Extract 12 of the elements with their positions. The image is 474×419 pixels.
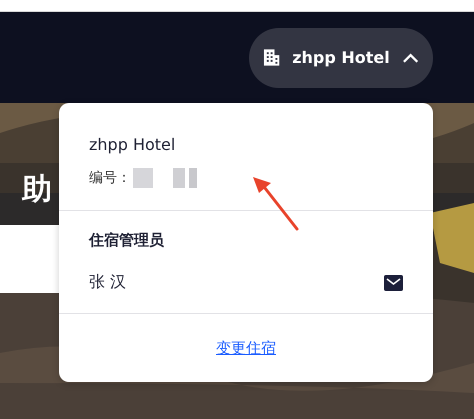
hotel-name: zhpp Hotel [89,135,176,154]
hotel-id-label: 编号： [89,169,131,187]
building-icon [263,48,280,68]
hotel-menu-button[interactable]: zhpp Hotel [249,28,433,88]
redaction-mark [133,168,197,188]
manager-heading: 住宿管理员 [89,231,165,250]
caret-icon [402,52,419,64]
change-stay-link[interactable]: 变更住宿 [216,338,276,358]
annotation-arrow [251,175,301,233]
hero-heading: 助 [22,171,50,209]
mail-icon[interactable] [384,274,403,290]
manager-name: 张 汉 [89,272,126,293]
